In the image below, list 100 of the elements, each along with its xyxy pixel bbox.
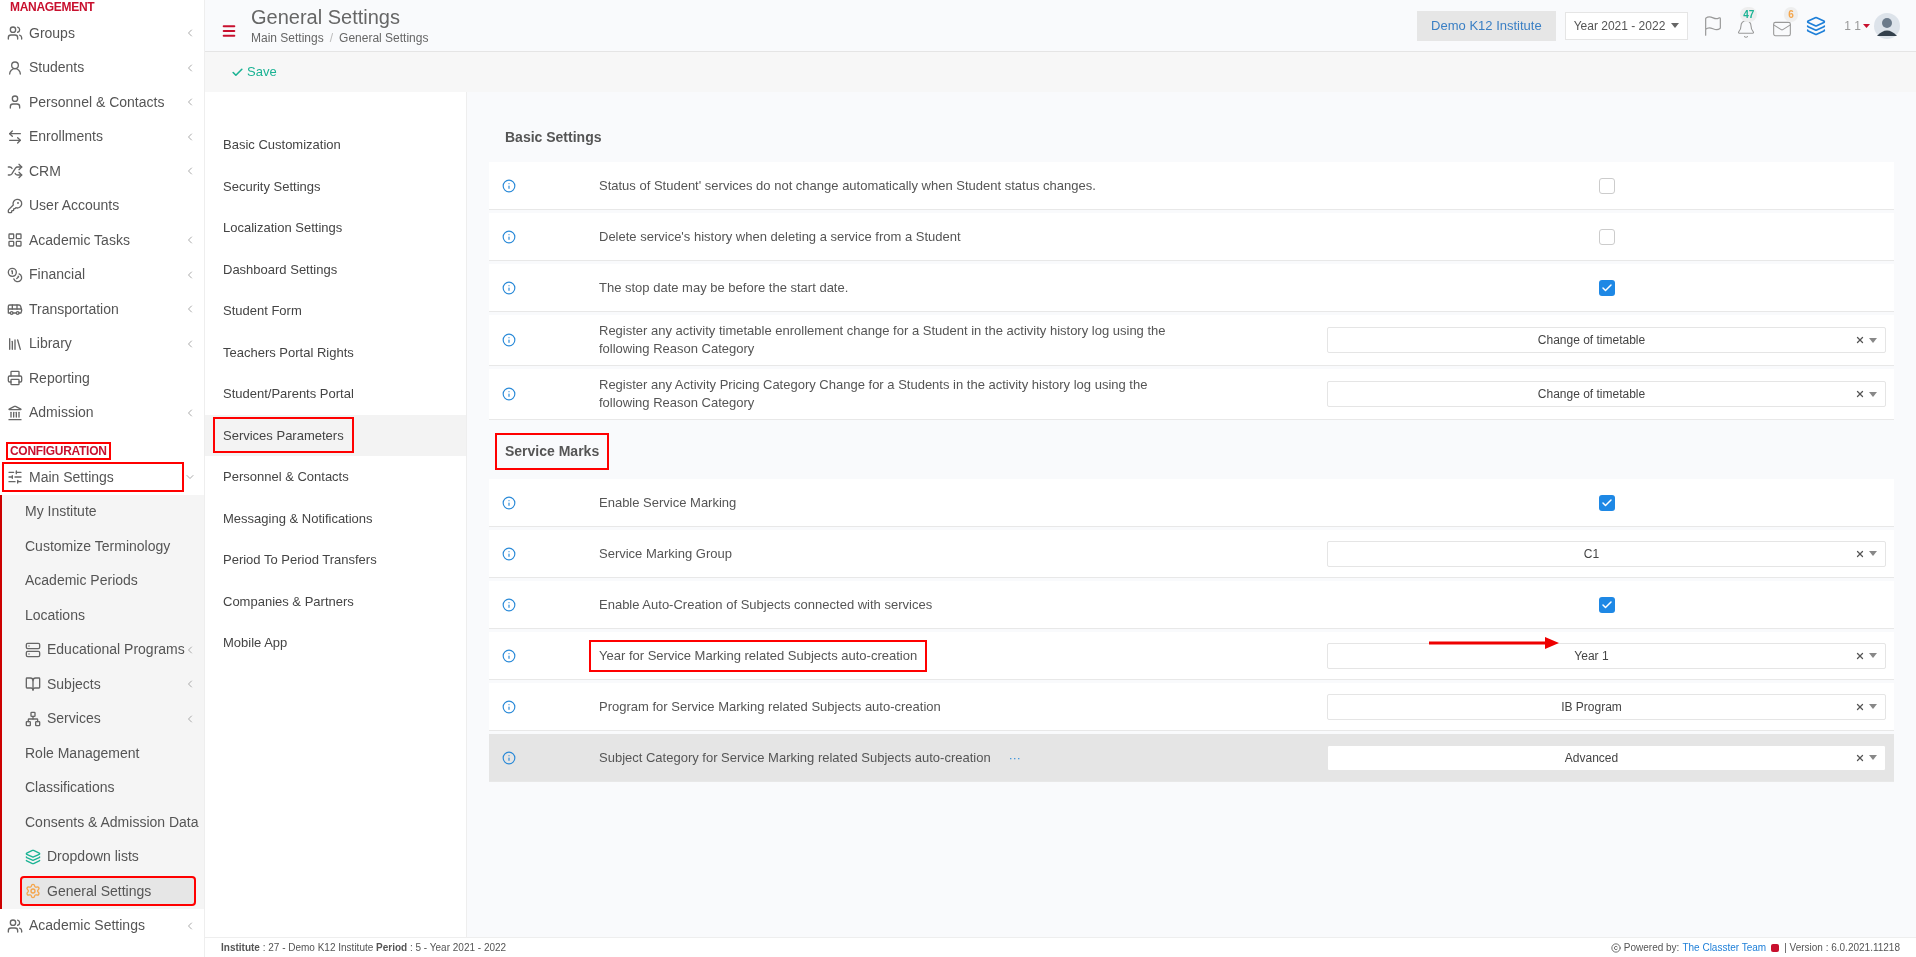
select-field[interactable]: Advanced xyxy=(1327,744,1886,771)
check-icon xyxy=(1600,281,1613,294)
section-heading: CONFIGURATION xyxy=(6,442,111,460)
sidebar-item[interactable]: Academic Settings xyxy=(2,910,184,941)
coins-icon xyxy=(7,266,23,283)
settings-menu-item[interactable]: Basic Customization xyxy=(213,126,351,163)
sidebar-item[interactable]: Dropdown lists xyxy=(20,841,196,872)
settings-menu-item[interactable]: Services Parameters xyxy=(213,417,354,454)
sidebar-item[interactable]: Role Management xyxy=(20,738,196,769)
setting-label: Delete service's history when deleting a service from a Student xyxy=(598,227,962,246)
settings-menu-item[interactable]: Companies & Partners xyxy=(213,583,364,620)
status-text: Institute : 27 - Demo K12 Institute Period : 5 - Year 2021 - 2022 xyxy=(221,941,507,955)
settings-menu-item[interactable]: Student/Parents Portal xyxy=(213,375,364,412)
bell-icon[interactable] xyxy=(1736,18,1757,39)
clear-icon[interactable] xyxy=(1855,389,1865,399)
info-icon[interactable] xyxy=(502,495,516,510)
dropdown-caret-icon[interactable] xyxy=(1869,755,1877,760)
settings-menu-item[interactable]: Personnel & Contacts xyxy=(213,458,359,495)
sidebar-item[interactable]: Students xyxy=(2,52,184,83)
sidebar-item[interactable]: My Institute xyxy=(20,496,196,527)
sidebar-item[interactable]: Classifications xyxy=(20,772,196,803)
checkbox[interactable] xyxy=(1598,596,1615,613)
clear-icon[interactable] xyxy=(1855,548,1865,559)
clear-icon[interactable] xyxy=(1855,650,1865,661)
checkbox[interactable] xyxy=(1598,494,1615,511)
checkbox[interactable] xyxy=(1598,228,1615,245)
sidebar-item[interactable]: Subjects xyxy=(20,669,184,700)
sidebar-item[interactable]: CRM xyxy=(2,156,184,187)
menu-icon[interactable] xyxy=(221,22,237,39)
dropdown-caret-icon[interactable] xyxy=(1869,551,1877,556)
breadcrumb-separator: / xyxy=(329,29,334,47)
sidebar-item[interactable]: Personnel & Contacts xyxy=(2,87,184,118)
sidebar-item[interactable]: Admission xyxy=(2,397,184,428)
arrows-icon xyxy=(7,128,23,145)
checkbox[interactable] xyxy=(1598,177,1615,194)
checkbox[interactable] xyxy=(1598,279,1615,296)
select-field[interactable]: IB Program xyxy=(1327,693,1886,720)
gear-icon xyxy=(25,883,41,900)
team-link[interactable]: The Classter Team xyxy=(1682,940,1767,955)
dropdown-caret-icon[interactable] xyxy=(1869,653,1877,658)
avatar[interactable] xyxy=(1874,12,1900,39)
sidebar-item[interactable]: Enrollments xyxy=(2,121,184,152)
shuffle-icon xyxy=(7,163,23,180)
group-icon xyxy=(7,25,23,42)
clear-icon[interactable] xyxy=(1855,335,1865,345)
select-field[interactable]: C1 xyxy=(1327,540,1886,567)
info-icon[interactable] xyxy=(502,699,516,714)
book-icon xyxy=(25,676,41,693)
info-icon[interactable] xyxy=(502,750,516,765)
sidebar-item[interactable]: Financial xyxy=(2,259,184,290)
setting-label: Subject Category for Service Marking related Subjects auto-creation xyxy=(598,748,992,767)
dropdown-caret-icon[interactable] xyxy=(1869,704,1877,709)
info-icon[interactable] xyxy=(502,280,516,295)
settings-menu-item[interactable]: Teachers Portal Rights xyxy=(213,334,364,371)
check-icon xyxy=(231,65,244,79)
sidebar-item[interactable]: Academic Tasks xyxy=(2,225,184,256)
sidebar-item[interactable]: Academic Periods xyxy=(20,565,196,596)
settings-menu-item[interactable]: Localization Settings xyxy=(213,209,353,246)
sidebar-item[interactable]: Services xyxy=(20,703,184,734)
settings-menu-item[interactable]: Dashboard Settings xyxy=(213,251,348,288)
sidebar-item[interactable]: Main Settings xyxy=(2,462,184,493)
clear-icon[interactable] xyxy=(1855,701,1865,712)
group-icon xyxy=(7,917,23,934)
sidebar-item[interactable]: Reporting xyxy=(2,363,196,394)
setting-label: Year for Service Marking related Subjects auto-creation xyxy=(589,639,928,672)
settings-menu-item[interactable]: Student Form xyxy=(213,292,312,329)
dropdown-caret-icon[interactable] xyxy=(1869,337,1877,343)
clear-icon[interactable] xyxy=(1855,752,1865,763)
select-field[interactable]: Change of timetable xyxy=(1327,381,1886,407)
check-icon xyxy=(1600,598,1613,611)
bus-icon xyxy=(7,301,23,318)
sidebar-item[interactable]: Library xyxy=(2,328,184,359)
settings-menu-item[interactable]: Messaging & Notifications xyxy=(213,500,383,537)
grid-icon xyxy=(7,232,23,249)
info-icon[interactable] xyxy=(502,648,516,663)
settings-menu-item[interactable]: Mobile App xyxy=(213,624,298,661)
sidebar-item[interactable]: Locations xyxy=(20,600,196,631)
message-badge: 6 xyxy=(1784,6,1798,22)
info-icon[interactable] xyxy=(502,546,516,561)
dropdown-caret-icon[interactable] xyxy=(1869,391,1877,397)
select-field[interactable]: Change of timetable xyxy=(1327,327,1886,353)
sidebar-item[interactable]: General Settings xyxy=(20,876,196,907)
year-dropdown[interactable]: Year 2021 - 2022 xyxy=(1564,11,1689,40)
settings-menu-item[interactable]: Security Settings xyxy=(213,168,331,205)
info-icon[interactable] xyxy=(502,178,516,193)
sidebar-item[interactable]: User Accounts xyxy=(2,190,196,221)
select-field[interactable]: Year 1 xyxy=(1327,642,1886,669)
layers-plus-icon[interactable] xyxy=(1806,15,1827,36)
sidebar-item[interactable]: Customize Terminology xyxy=(20,531,196,562)
sidebar-item[interactable]: Transportation xyxy=(2,294,184,325)
sidebar-item[interactable]: Educational Programs xyxy=(20,634,184,665)
breadcrumb-link[interactable]: Main Settings xyxy=(251,28,324,47)
building-icon xyxy=(7,404,23,421)
info-icon[interactable] xyxy=(502,229,516,244)
settings-menu-item[interactable]: Period To Period Transfers xyxy=(213,541,387,578)
sidebar-item[interactable]: Groups xyxy=(2,18,184,49)
info-icon[interactable] xyxy=(502,387,516,401)
info-icon[interactable] xyxy=(502,333,516,347)
info-icon[interactable] xyxy=(502,597,516,612)
caret-icon[interactable] xyxy=(1863,23,1870,28)
